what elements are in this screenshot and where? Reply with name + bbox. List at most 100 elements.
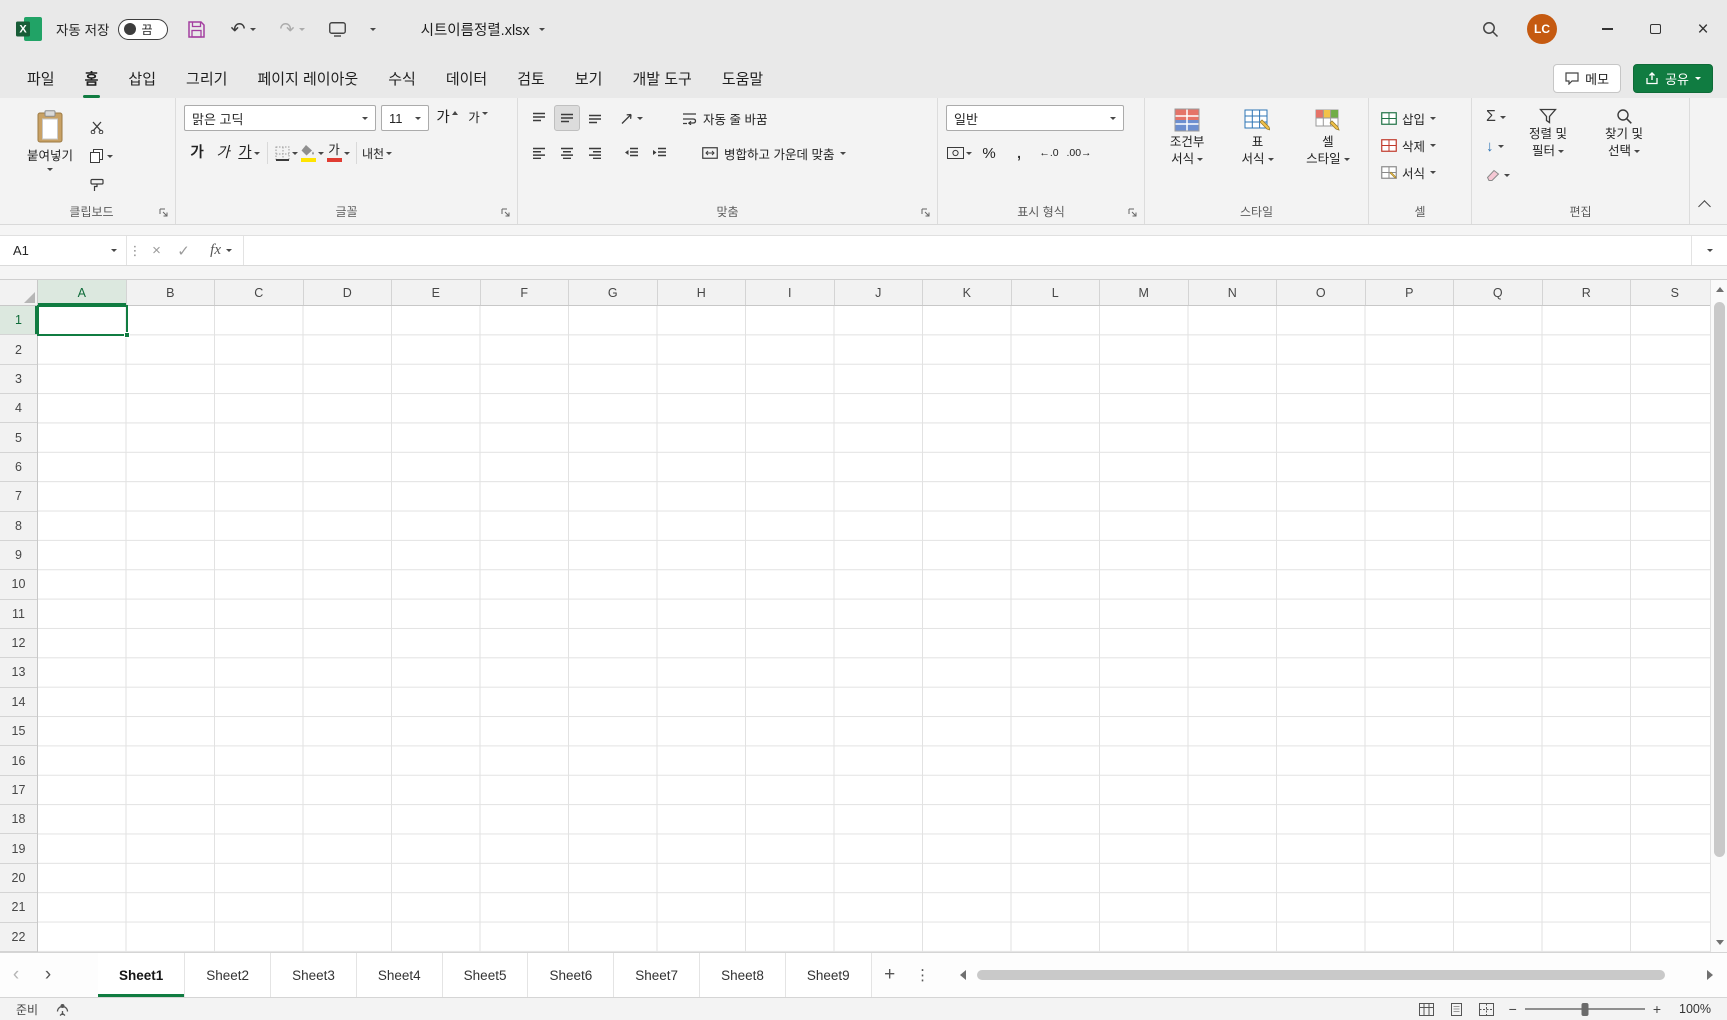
column-header-O[interactable]: O — [1277, 280, 1366, 305]
row-header-19[interactable]: 19 — [0, 834, 37, 864]
decrease-decimal-button[interactable]: .00→ — [1066, 140, 1092, 166]
autosum-button[interactable]: Σ — [1486, 105, 1510, 129]
clipboard-dialog-launcher[interactable] — [159, 208, 169, 218]
alignment-dialog-launcher[interactable] — [921, 208, 931, 218]
align-middle-button[interactable] — [554, 105, 580, 131]
cut-button[interactable] — [90, 115, 113, 139]
scroll-up-arrow-icon[interactable] — [1715, 287, 1724, 292]
sheet-tab-Sheet6[interactable]: Sheet6 — [528, 953, 615, 997]
column-header-S[interactable]: S — [1631, 280, 1710, 305]
italic-button[interactable]: 가 — [210, 140, 236, 166]
ribbon-tab-도움말[interactable]: 도움말 — [707, 58, 778, 98]
number-format-combo[interactable]: 일반 — [946, 105, 1124, 131]
page-layout-view-button[interactable] — [1449, 1002, 1464, 1016]
scroll-right-arrow-icon[interactable] — [1707, 970, 1713, 980]
cancel-entry-button[interactable]: × — [143, 236, 170, 265]
column-header-P[interactable]: P — [1366, 280, 1454, 305]
increase-decimal-button[interactable]: ←.0 — [1036, 140, 1062, 166]
column-header-A[interactable]: A — [38, 280, 127, 305]
format-cells-button[interactable]: 서식 — [1377, 159, 1465, 186]
cells-area[interactable] — [38, 306, 1710, 952]
ribbon-tab-수식[interactable]: 수식 — [373, 58, 431, 98]
scroll-down-arrow-icon[interactable] — [1715, 940, 1724, 945]
fill-handle[interactable] — [124, 332, 130, 339]
column-header-J[interactable]: J — [835, 280, 923, 305]
row-header-14[interactable]: 14 — [0, 688, 37, 718]
maximize-button[interactable] — [1631, 0, 1679, 58]
ribbon-tab-삽입[interactable]: 삽입 — [113, 58, 171, 98]
customize-quick-access-button[interactable] — [365, 24, 381, 35]
formula-bar-resize-handle[interactable]: ⋮ — [127, 236, 143, 265]
name-box[interactable]: A1 — [0, 236, 127, 265]
redo-button[interactable]: ↷ — [275, 16, 310, 42]
percent-style-button[interactable]: % — [976, 140, 1002, 166]
sheet-tab-Sheet8[interactable]: Sheet8 — [700, 953, 786, 997]
document-title-button[interactable]: 시트이름정렬.xlsx — [421, 19, 545, 40]
touch-mouse-mode-button[interactable] — [324, 18, 351, 41]
horizontal-scrollbar[interactable] — [959, 953, 1713, 997]
row-header-12[interactable]: 12 — [0, 629, 37, 659]
align-left-button[interactable] — [526, 140, 552, 166]
row-header-13[interactable]: 13 — [0, 658, 37, 688]
horizontal-scroll-track[interactable] — [974, 969, 1699, 982]
row-header-8[interactable]: 8 — [0, 512, 37, 541]
column-header-D[interactable]: D — [304, 280, 392, 305]
row-header-21[interactable]: 21 — [0, 893, 37, 923]
column-header-K[interactable]: K — [923, 280, 1012, 305]
font-dialog-launcher[interactable] — [501, 208, 511, 218]
ribbon-tab-검토[interactable]: 검토 — [502, 58, 560, 98]
column-header-E[interactable]: E — [392, 280, 481, 305]
comments-button[interactable]: 메모 — [1553, 63, 1622, 93]
zoom-slider-knob[interactable] — [1581, 1002, 1589, 1016]
paste-button[interactable]: 붙여넣기 — [16, 105, 84, 201]
user-avatar[interactable]: LC — [1527, 14, 1557, 44]
align-bottom-button[interactable] — [582, 105, 608, 131]
page-break-view-button[interactable] — [1478, 1002, 1494, 1016]
increase-indent-button[interactable] — [646, 140, 672, 166]
row-header-10[interactable]: 10 — [0, 570, 37, 600]
normal-view-button[interactable] — [1418, 1002, 1434, 1016]
autosave-switch[interactable]: 끔 — [118, 18, 169, 40]
wrap-text-button[interactable]: 자동 줄 바꿈 — [676, 106, 773, 131]
merge-center-button[interactable]: 병합하고 가운데 맞춤 — [696, 141, 852, 166]
zoom-out-button[interactable]: − — [1509, 1001, 1517, 1017]
column-header-R[interactable]: R — [1543, 280, 1631, 305]
ribbon-tab-페이지 레이아웃[interactable]: 페이지 레이아웃 — [242, 58, 373, 98]
insert-function-button[interactable]: fx — [197, 236, 221, 265]
number-dialog-launcher[interactable] — [1128, 208, 1138, 218]
bold-button[interactable]: 가 — [184, 140, 210, 166]
accessibility-button[interactable] — [56, 1003, 69, 1016]
accounting-format-button[interactable] — [946, 140, 972, 166]
ribbon-tab-홈[interactable]: 홈 — [70, 58, 114, 98]
column-header-B[interactable]: B — [127, 280, 215, 305]
row-header-22[interactable]: 22 — [0, 923, 37, 952]
row-header-18[interactable]: 18 — [0, 805, 37, 835]
shrink-font-button[interactable]: 가 — [465, 105, 491, 131]
share-button[interactable]: 공유 — [1633, 63, 1713, 93]
horizontal-scroll-thumb[interactable] — [976, 970, 1665, 980]
sort-filter-button[interactable]: 정렬 및 필터 — [1510, 105, 1586, 162]
sheet-tab-Sheet4[interactable]: Sheet4 — [356, 953, 443, 997]
row-header-3[interactable]: 3 — [0, 365, 37, 395]
sheet-tab-Sheet1[interactable]: Sheet1 — [98, 953, 186, 997]
insert-cells-button[interactable]: 삽입 — [1377, 105, 1465, 132]
column-header-I[interactable]: I — [746, 280, 835, 305]
ribbon-tab-그리기[interactable]: 그리기 — [171, 58, 242, 98]
minimize-button[interactable] — [1583, 0, 1631, 58]
undo-button[interactable]: ↶ — [225, 16, 260, 42]
font-name-combo[interactable]: 맑은 고딕 — [184, 105, 376, 131]
comma-style-button[interactable]: , — [1006, 140, 1032, 166]
column-header-M[interactable]: M — [1100, 280, 1189, 305]
column-header-H[interactable]: H — [658, 280, 746, 305]
function-chevron-icon[interactable] — [221, 236, 237, 265]
column-header-G[interactable]: G — [569, 280, 658, 305]
phonetic-button[interactable]: 내천 — [362, 140, 393, 166]
format-painter-button[interactable] — [90, 173, 113, 197]
copy-button[interactable] — [90, 144, 113, 168]
all-sheets-button[interactable]: ⋮ — [908, 953, 938, 997]
align-top-button[interactable] — [526, 105, 552, 131]
row-header-6[interactable]: 6 — [0, 453, 37, 483]
fill-color-button[interactable] — [299, 140, 325, 166]
sheet-tab-Sheet5[interactable]: Sheet5 — [442, 953, 529, 997]
row-header-2[interactable]: 2 — [0, 335, 37, 365]
